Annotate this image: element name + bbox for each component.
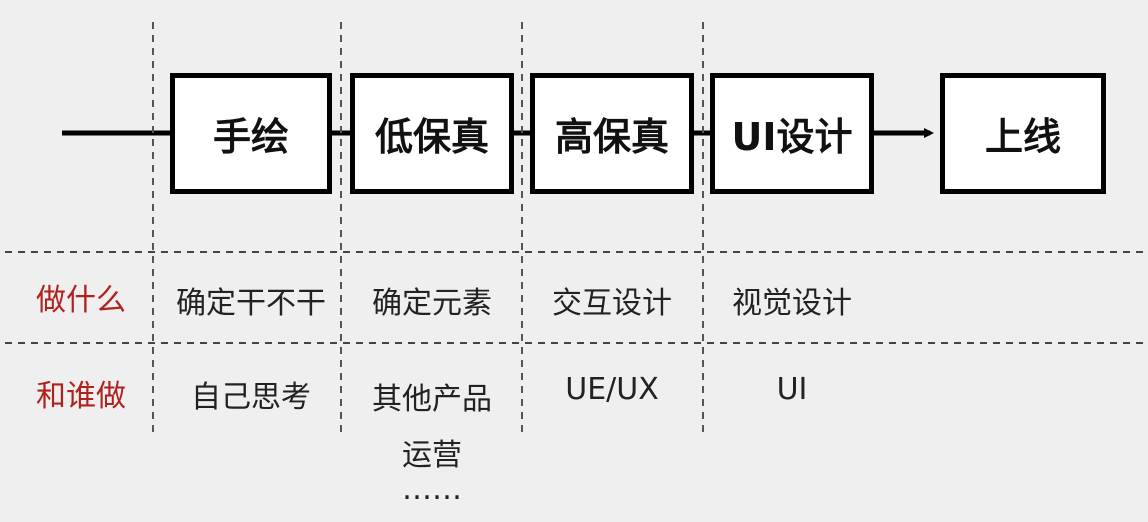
cell-what-low-fidelity: 确定元素 — [372, 286, 492, 321]
stage-box-launch: 上线 — [940, 73, 1106, 194]
row-label-with-whom: 和谁做 — [36, 379, 126, 414]
cell-who-ui-design: UI — [776, 372, 808, 407]
cell-what-sketch: 确定干不干 — [176, 286, 326, 321]
cell-what-ui-design: 视觉设计 — [732, 286, 852, 321]
cell-who-low-fidelity-extra-1: 运营 — [402, 438, 462, 473]
stage-box-low-fidelity: 低保真 — [350, 73, 514, 194]
cell-who-low-fidelity: 其他产品 — [372, 382, 492, 417]
stage-box-high-fidelity: 高保真 — [530, 73, 694, 194]
cell-what-high-fidelity: 交互设计 — [552, 286, 672, 321]
stage-box-ui-design: UI设计 — [710, 73, 874, 194]
cell-who-low-fidelity-extra-2: …… — [402, 472, 462, 507]
cell-who-sketch: 自己思考 — [191, 380, 311, 415]
cell-who-high-fidelity: UE/UX — [565, 372, 659, 407]
process-diagram: 手绘 低保真 高保真 UI设计 上线 做什么 和谁做 确定干不干 确定元素 交互… — [0, 0, 1148, 522]
stage-box-sketch: 手绘 — [170, 73, 332, 194]
row-label-what: 做什么 — [36, 283, 126, 318]
